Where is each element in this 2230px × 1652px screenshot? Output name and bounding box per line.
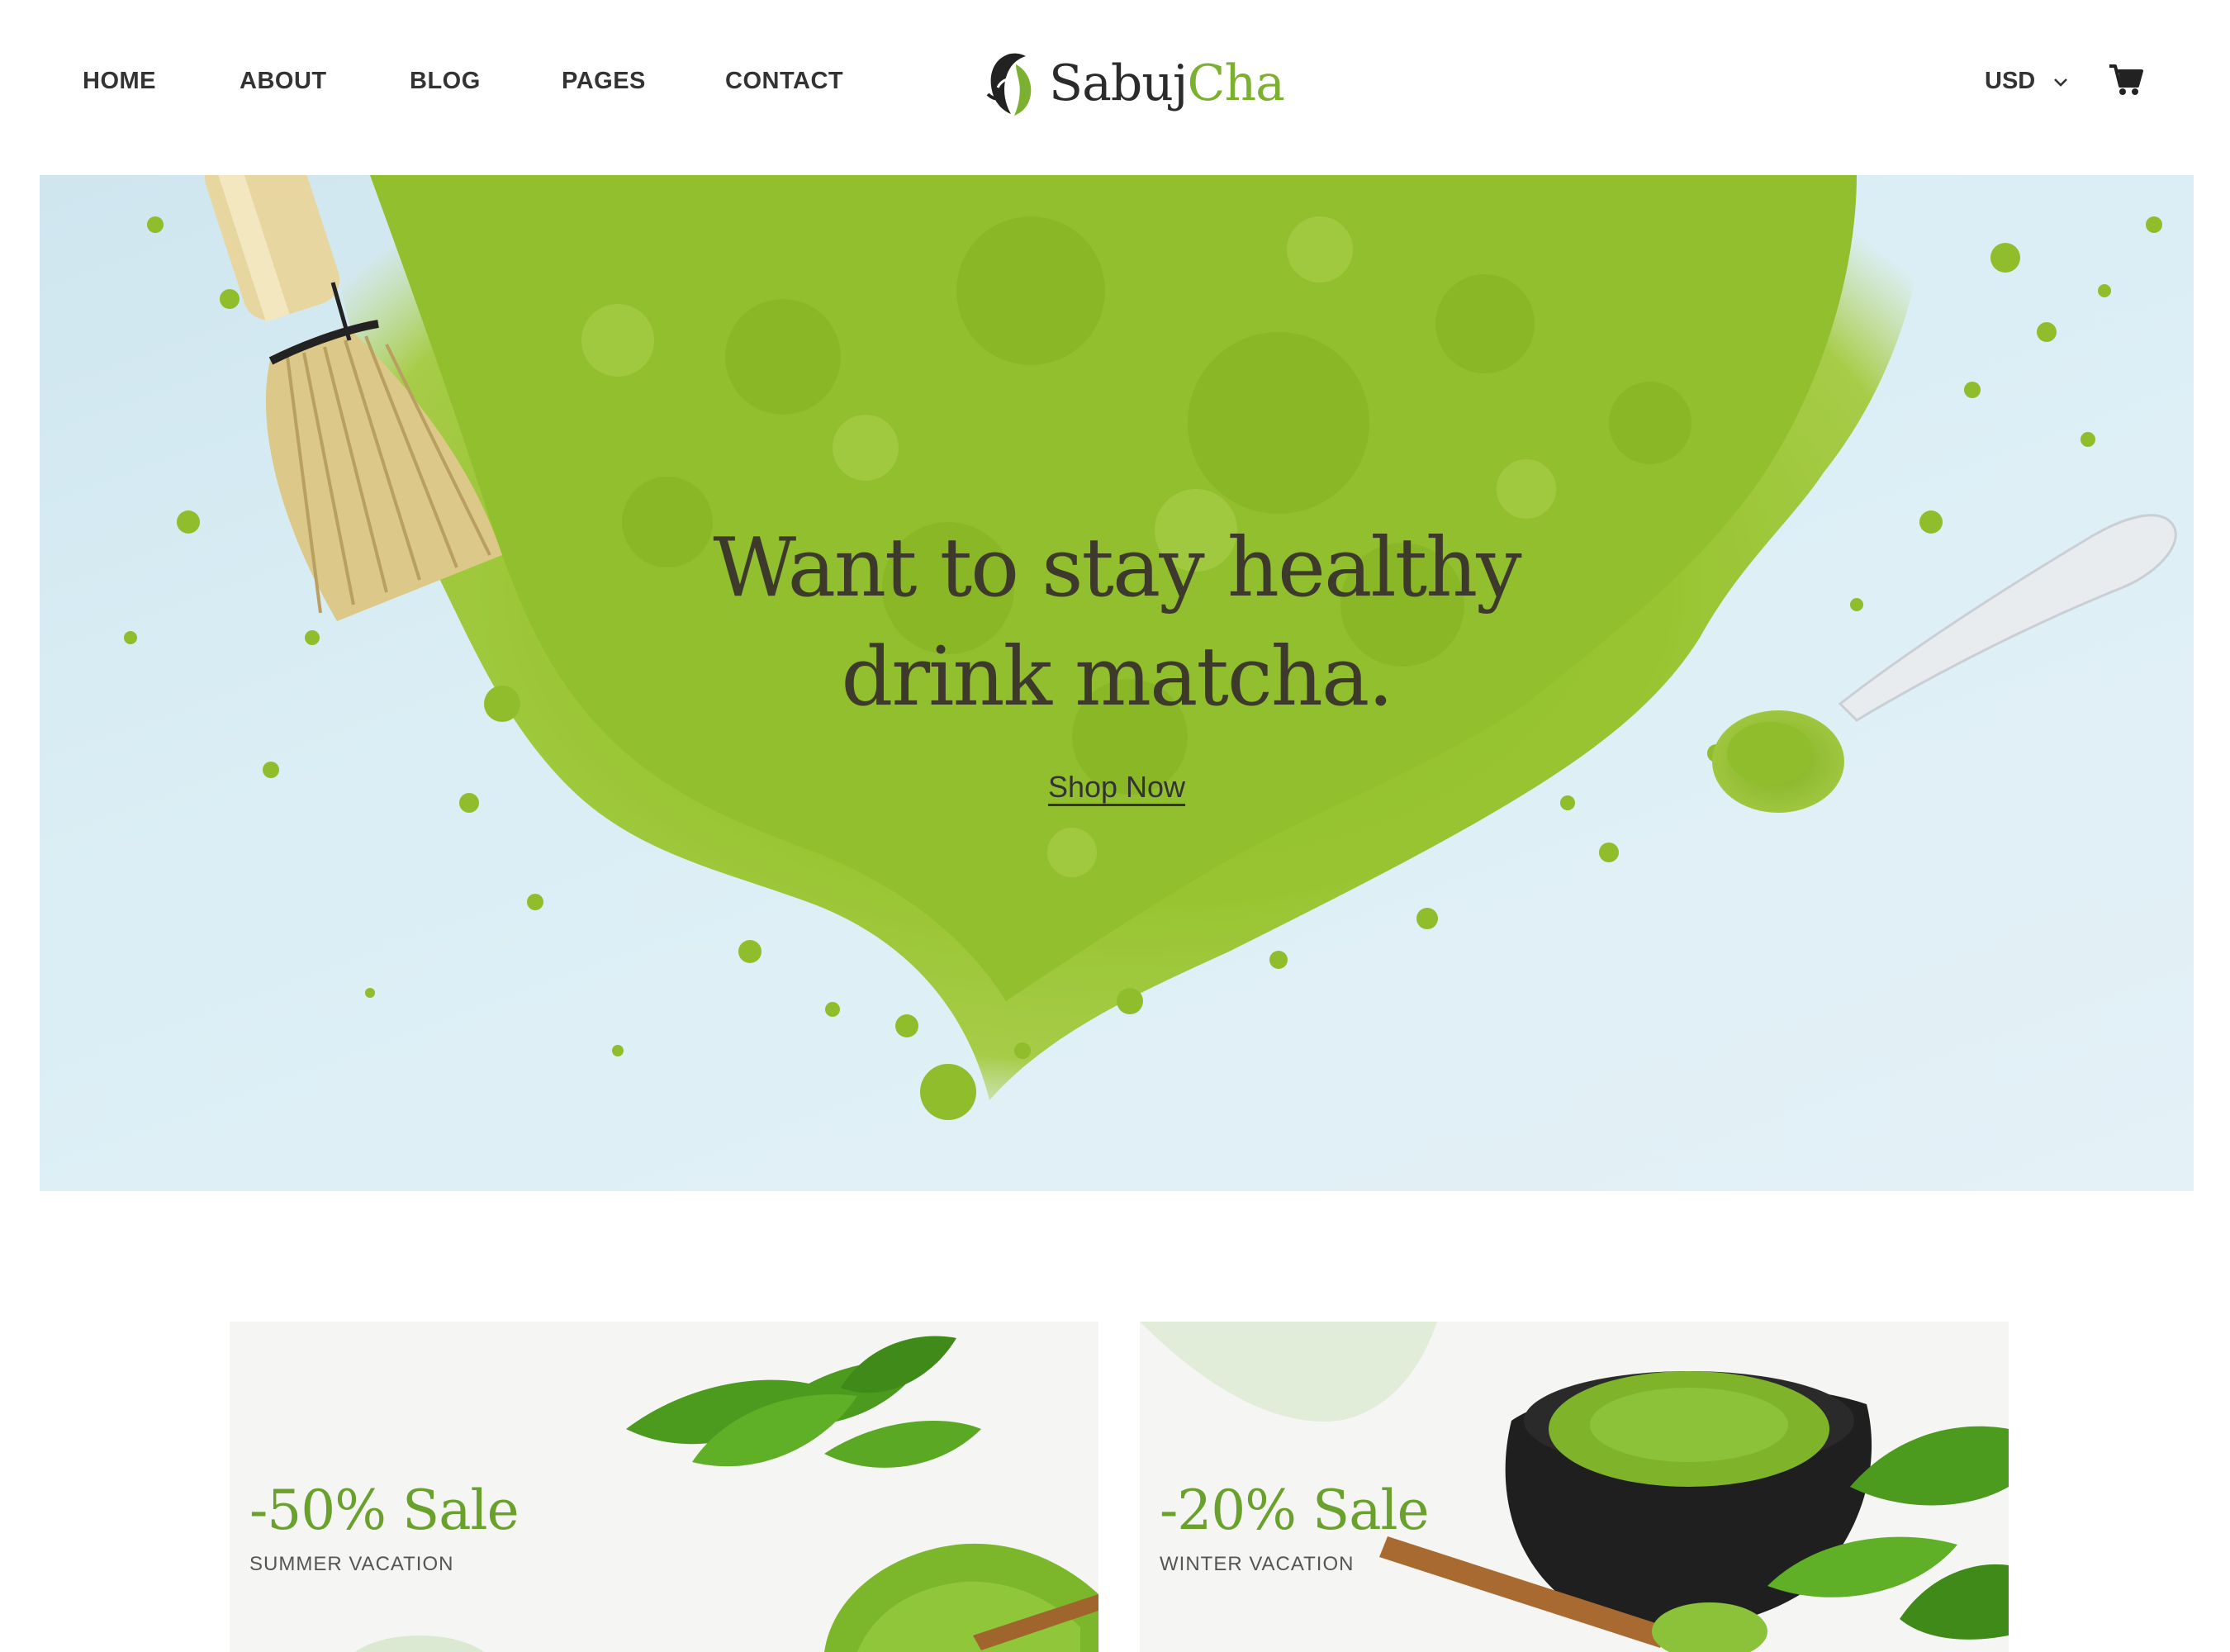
nav-blog[interactable]: BLOG bbox=[410, 68, 481, 95]
currency-selector[interactable]: USD bbox=[1985, 68, 2070, 95]
promo-card-summer[interactable]: -50% Sale SUMMER VACATION bbox=[230, 1322, 1098, 1652]
chevron-down-icon bbox=[2054, 78, 2068, 87]
promo-subtitle: SUMMER VACATION bbox=[249, 1553, 454, 1575]
nav-pages[interactable]: PAGES bbox=[562, 68, 646, 95]
nav-about[interactable]: ABOUT bbox=[240, 68, 327, 95]
logo-text-part1: Sabuj bbox=[1049, 55, 1189, 112]
hero-cta-wrap: Shop Now bbox=[40, 770, 2194, 805]
nav-home[interactable]: HOME bbox=[83, 68, 156, 95]
site-logo[interactable]: SabujCha bbox=[983, 48, 1285, 119]
promo-subtitle: WINTER VACATION bbox=[1160, 1553, 1355, 1575]
nav-contact[interactable]: CONTACT bbox=[725, 68, 843, 95]
logo-wordmark: SabujCha bbox=[1049, 55, 1285, 112]
currency-label: USD bbox=[1985, 68, 2036, 94]
promo-card-winter[interactable]: -20% Sale WINTER VACATION bbox=[1140, 1322, 2009, 1652]
shopping-cart-icon[interactable] bbox=[2108, 61, 2144, 97]
hero-heading: Want to stay healthy drink matcha. bbox=[40, 514, 2194, 732]
promo-sale-title: -20% Sale bbox=[1160, 1479, 1430, 1542]
logo-leaf-icon bbox=[986, 53, 1032, 116]
site-header: HOME ABOUT BLOG PAGES CONTACT SabujCha U… bbox=[0, 0, 2230, 173]
hero-title-line1: Want to stay healthy bbox=[713, 521, 1521, 615]
hero-banner: Want to stay healthy drink matcha. Shop … bbox=[40, 175, 2194, 1191]
hero-title-line2: drink matcha. bbox=[841, 630, 1394, 724]
shop-now-link[interactable]: Shop Now bbox=[1048, 770, 1185, 804]
promo-sale-title: -50% Sale bbox=[249, 1479, 520, 1542]
logo-text-part2: Cha bbox=[1187, 55, 1285, 112]
